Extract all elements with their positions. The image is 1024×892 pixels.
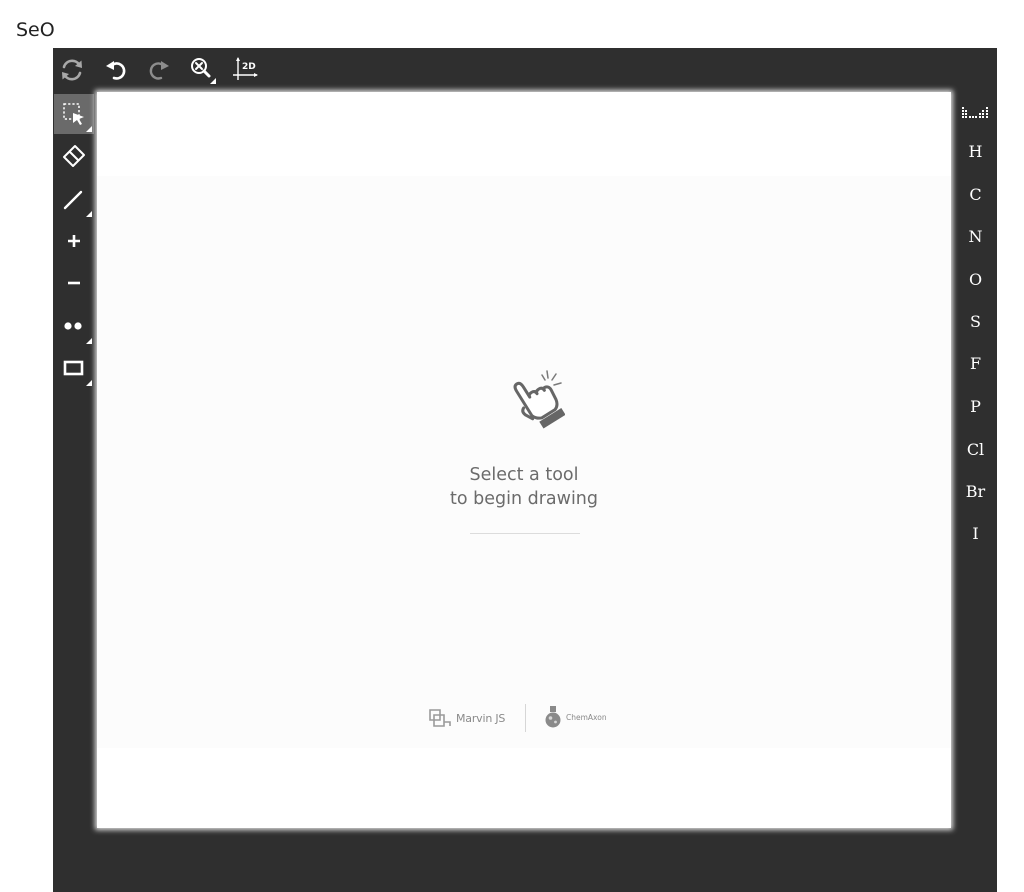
- submenu-indicator: [86, 338, 92, 344]
- clean-2d-icon: 2D: [233, 57, 258, 80]
- select-tool-icon: [63, 103, 84, 125]
- rectangle-button[interactable]: [54, 348, 94, 388]
- periodic-table-icon: [962, 107, 988, 118]
- increase-charge-icon: [68, 235, 80, 247]
- element-button-cl[interactable]: Cl: [954, 435, 997, 465]
- undo-icon: [106, 61, 126, 80]
- element-button-i[interactable]: I: [954, 519, 997, 549]
- element-button-s[interactable]: S: [954, 307, 997, 337]
- marvin-logo: Marvin JS: [427, 707, 505, 729]
- marvin-logo-text: Marvin JS: [456, 711, 506, 725]
- submenu-indicator: [86, 126, 92, 132]
- element-button-br[interactable]: Br: [954, 477, 997, 507]
- chemaxon-logo-text: ChemAxon: [566, 712, 607, 722]
- decrease-charge-button[interactable]: [54, 263, 94, 303]
- submenu-indicator: [86, 380, 92, 386]
- single-bond-icon: [63, 190, 83, 210]
- periodic-table-button[interactable]: [958, 102, 994, 124]
- zoom-button[interactable]: [186, 54, 218, 86]
- increase-charge-button[interactable]: [54, 221, 94, 261]
- clean-2d-button[interactable]: 2D: [229, 54, 261, 86]
- splash-line-2: to begin drawing: [449, 489, 599, 509]
- clean-2d-label: 2D: [242, 62, 256, 72]
- top-toolbar: 2D: [53, 48, 997, 92]
- redo-icon: [149, 61, 169, 80]
- select-tool-button[interactable]: [54, 94, 94, 134]
- chemaxon-logo: ChemAxon: [544, 705, 607, 729]
- decrease-charge-icon: [68, 281, 80, 285]
- splash-divider: [470, 533, 580, 534]
- redo-button[interactable]: [143, 54, 175, 86]
- clean-icon: [62, 59, 82, 81]
- rectangle-icon: [63, 360, 84, 376]
- question-label: SeO: [16, 19, 55, 41]
- undo-button[interactable]: [100, 54, 132, 86]
- chemaxon-flask-icon: [545, 706, 561, 728]
- single-bond-button[interactable]: [54, 179, 94, 219]
- element-button-c[interactable]: C: [954, 180, 997, 210]
- logo-divider: [525, 704, 526, 732]
- zoom-icon: [191, 58, 216, 84]
- marvin-logo-icon: [429, 709, 451, 727]
- welcome-splash: Select a tool to begin drawing Marvin JS: [97, 176, 951, 748]
- marvin-editor: 2D Select a tool to begin drawing Marvin…: [53, 48, 997, 892]
- radical-button[interactable]: [54, 306, 94, 346]
- splash-line-1: Select a tool: [469, 465, 579, 485]
- eraser-icon: [63, 145, 85, 167]
- element-button-h[interactable]: H: [954, 137, 997, 167]
- drawing-canvas[interactable]: Select a tool to begin drawing Marvin JS: [97, 92, 951, 828]
- clean-button[interactable]: [56, 54, 88, 86]
- submenu-indicator: [86, 211, 92, 217]
- radical-icon: [64, 322, 82, 330]
- pointing-hand-icon: [513, 370, 565, 429]
- element-button-f[interactable]: F: [954, 349, 997, 379]
- element-button-n[interactable]: N: [954, 222, 997, 252]
- element-button-p[interactable]: P: [954, 392, 997, 422]
- element-button-o[interactable]: O: [954, 265, 997, 295]
- eraser-button[interactable]: [54, 136, 94, 176]
